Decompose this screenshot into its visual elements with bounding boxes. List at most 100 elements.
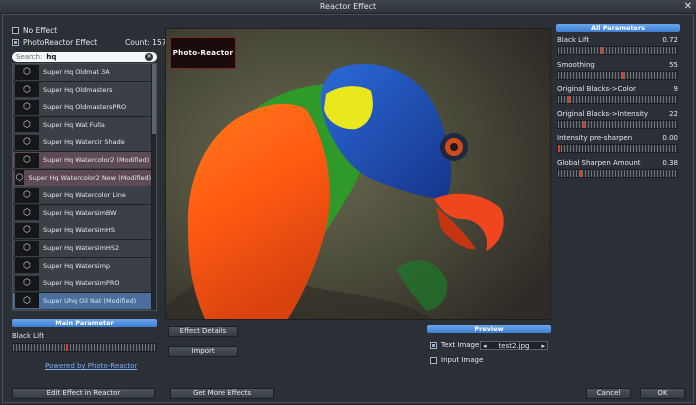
input-image-label: Input Image bbox=[441, 356, 484, 364]
clear-search-icon[interactable]: ✕ bbox=[145, 53, 153, 61]
param-label: Original Blacks->Color bbox=[557, 85, 636, 93]
parrot-image bbox=[166, 29, 550, 319]
effect-list: ⬡ Super Hq Oldmat 3A ⬡ Super Hq Oldmasters ⬡… bbox=[12, 63, 157, 311]
effect-list-item[interactable]: ⬡ Super Hq Watercir Shade bbox=[13, 134, 151, 152]
next-file-icon[interactable]: ▸ bbox=[541, 342, 545, 350]
cube-icon: ⬡ bbox=[15, 258, 39, 274]
prev-file-icon[interactable]: ◂ bbox=[483, 342, 487, 350]
cube-icon: ⬡ bbox=[15, 222, 39, 238]
slider-marker[interactable] bbox=[580, 169, 582, 177]
effect-list-item[interactable]: ⬡ Super Hq Watercolor2 (Modified) bbox=[13, 152, 151, 169]
param-value: 22 bbox=[669, 109, 678, 118]
effect-name: Super Hq Watercir Shade bbox=[43, 138, 125, 147]
effect-name: Super Hq WatersimBW bbox=[43, 208, 117, 217]
main-param-label: Black Lift bbox=[12, 332, 45, 340]
preview-header: Preview bbox=[427, 325, 551, 333]
ok-button[interactable]: OK bbox=[640, 388, 685, 399]
effect-name: Super Hq WatersimHS2 bbox=[43, 244, 120, 252]
slider-marker[interactable] bbox=[601, 47, 603, 54]
effect-name: Super Uhq Oil Nat (Modified) bbox=[43, 296, 137, 305]
checkbox-icon[interactable] bbox=[430, 356, 437, 364]
effect-list-scrollbar[interactable] bbox=[152, 64, 156, 310]
effect-list-item[interactable]: ⬡ Super Hq Wat Fulla bbox=[13, 116, 151, 134]
cube-icon: ⬡ bbox=[15, 275, 39, 291]
logo-text: Photo-Reactor bbox=[172, 49, 234, 57]
file-name: test2.jpg bbox=[498, 341, 530, 350]
text-image-label: Text Image bbox=[441, 341, 480, 349]
no-effect-label: No Effect bbox=[23, 26, 58, 35]
file-picker[interactable]: ◂ test2.jpg ▸ bbox=[480, 341, 548, 350]
param-value: 0.72 bbox=[662, 36, 678, 44]
effect-list-item[interactable]: ⬡ Super Hq WatersimHS bbox=[13, 222, 151, 240]
photo-reactor-logo: Photo-Reactor bbox=[170, 37, 236, 69]
effect-list-item[interactable]: ⬡ Super Hq Oldmasters bbox=[13, 81, 151, 99]
cube-icon: ⬡ bbox=[15, 117, 39, 133]
effect-name: Super Hq Oldmat 3A bbox=[43, 68, 110, 76]
cube-icon: ⬡ bbox=[15, 99, 39, 115]
cancel-button[interactable]: Cancel bbox=[586, 388, 631, 399]
effect-list-item[interactable]: ⬡ Super Uhq Oil Nat (Modified) bbox=[13, 292, 151, 310]
effect-name: Super Hq Wat Fulla bbox=[43, 120, 105, 129]
main-parameter-header: Main Parameter bbox=[12, 319, 157, 327]
slider-marker[interactable] bbox=[66, 344, 68, 351]
input-image-option[interactable]: Input Image bbox=[430, 356, 483, 364]
search-input[interactable]: Search: hq ✕ bbox=[12, 52, 157, 62]
scrollbar-thumb[interactable] bbox=[152, 64, 156, 134]
param-value: 0.38 bbox=[662, 158, 678, 167]
effect-list-item[interactable]: ⬡ Super Hq WatersimHS2 bbox=[13, 240, 151, 257]
checkbox-icon[interactable] bbox=[430, 341, 437, 349]
radio-icon[interactable] bbox=[12, 27, 19, 34]
param-label: Intensity pre-sharpen bbox=[557, 134, 633, 142]
param-slider[interactable] bbox=[557, 95, 678, 104]
effect-details-button[interactable]: Effect Details bbox=[168, 326, 238, 337]
cube-icon: ⬡ bbox=[15, 240, 39, 256]
param-value: 0.00 bbox=[662, 134, 678, 142]
effect-count: Count: 157 bbox=[125, 38, 167, 47]
main-param-slider[interactable] bbox=[12, 343, 157, 352]
effect-list-item[interactable]: ⬡ Super Hq Watercolor2 New (Modified) bbox=[13, 169, 151, 187]
effect-list-item[interactable]: ⬡ Super Hq Oldmat 3A bbox=[13, 64, 151, 81]
param-slider[interactable] bbox=[557, 144, 678, 153]
preview-image bbox=[165, 28, 551, 320]
param-label: Black Lift bbox=[557, 36, 590, 44]
effect-name: Super Hq Watersimp bbox=[43, 261, 111, 270]
search-value[interactable]: hq bbox=[46, 53, 145, 61]
effect-list-item[interactable]: ⬡ Super Hq WatersimPRO bbox=[13, 275, 151, 293]
slider-marker[interactable] bbox=[568, 96, 570, 103]
param-slider[interactable] bbox=[557, 70, 678, 80]
effect-list-item[interactable]: ⬡ Super Hq Watersimp bbox=[13, 257, 151, 275]
cube-icon: ⬡ bbox=[15, 64, 39, 80]
powered-by-link[interactable]: Powered by Photo-Reactor bbox=[45, 362, 137, 370]
effect-list-item[interactable]: ⬡ Super Hq OldmastersPRO bbox=[13, 99, 151, 117]
get-more-effects-button[interactable]: Get More Effects bbox=[170, 388, 274, 399]
effect-name: Super Hq Oldmasters bbox=[43, 85, 113, 94]
photoreactor-effect-label: PhotoReactor Effect bbox=[23, 38, 98, 47]
param-slider[interactable] bbox=[557, 46, 678, 55]
photoreactor-effect-option[interactable]: PhotoReactor Effect bbox=[12, 38, 97, 47]
effect-name: Super Hq Watercolor Line bbox=[43, 191, 126, 200]
param-slider[interactable] bbox=[557, 119, 678, 129]
cube-icon: ⬡ bbox=[15, 293, 39, 309]
param-slider[interactable] bbox=[557, 168, 678, 178]
effect-list-item[interactable]: ⬡ Super Hq Watercolor Line bbox=[13, 187, 151, 205]
effect-list-item[interactable]: ⬡ Super Hq WatersimBW bbox=[13, 204, 151, 222]
effect-name: Super Hq WatersimPRO bbox=[43, 279, 120, 288]
cube-icon: ⬡ bbox=[15, 152, 39, 168]
param-value: 9 bbox=[673, 85, 678, 93]
slider-marker[interactable] bbox=[622, 71, 624, 79]
close-icon[interactable]: ✕ bbox=[684, 0, 692, 14]
param-label: Smoothing bbox=[557, 60, 595, 69]
window-titlebar: Reactor Effect ✕ bbox=[0, 0, 696, 14]
effect-name: Super Hq WatersimHS bbox=[43, 226, 115, 235]
no-effect-option[interactable]: No Effect bbox=[12, 26, 57, 35]
all-parameters-header: All Parameters bbox=[556, 24, 680, 32]
effect-name: Super Hq OldmastersPRO bbox=[43, 103, 127, 112]
slider-marker[interactable] bbox=[583, 120, 585, 128]
text-image-option[interactable]: Text Image bbox=[430, 341, 479, 349]
radio-icon[interactable] bbox=[12, 39, 19, 46]
import-button[interactable]: Import bbox=[168, 346, 238, 357]
effect-name: Super Hq Watercolor2 (Modified) bbox=[43, 156, 150, 164]
edit-effect-button[interactable]: Edit Effect in Reactor bbox=[12, 388, 155, 399]
slider-marker[interactable] bbox=[558, 145, 560, 152]
effect-name: Super Hq Watercolor2 New (Modified) bbox=[28, 173, 151, 182]
